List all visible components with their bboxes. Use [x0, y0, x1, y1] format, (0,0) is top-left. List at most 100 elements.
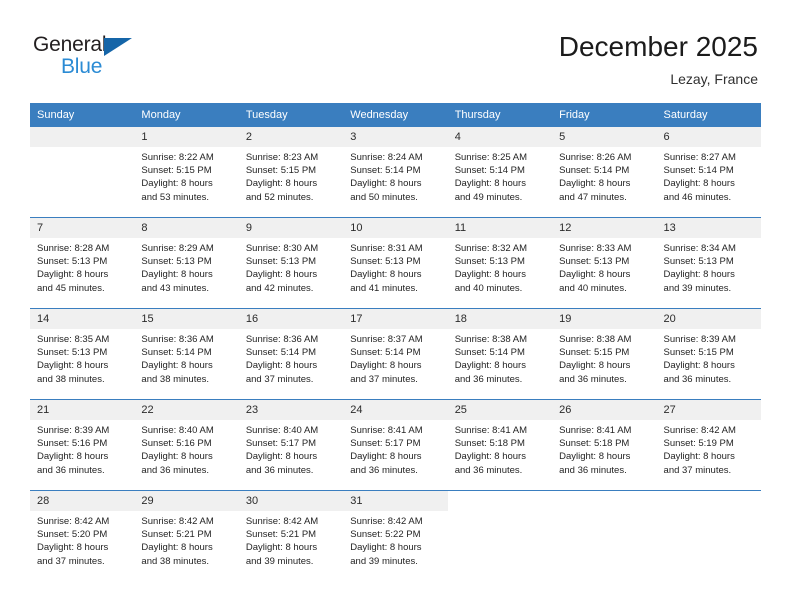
calendar-day-cell[interactable]: 9 Sunrise: 8:30 AM Sunset: 5:13 PM Daylight… [238, 217, 344, 309]
day-info-line: Sunset: 5:19 PM [663, 438, 734, 450]
day-info-line: Sunset: 5:17 PM [350, 438, 421, 450]
calendar-day-cell[interactable]: 7 Sunrise: 8:28 AM Sunset: 5:13 PM Daylight… [30, 217, 135, 309]
calendar-day-cell[interactable]: 19 Sunrise: 8:38 AM Sunset: 5:15 PM Dayligh… [552, 308, 657, 400]
general-blue-logo[interactable]: General Blue [33, 33, 143, 83]
day-info-line: Daylight: 8 hours [37, 360, 109, 372]
calendar-day-cell[interactable]: 31 Sunrise: 8:42 AM Sunset: 5:22 PM Dayligh… [343, 490, 448, 581]
day-info-line: Sunset: 5:13 PM [141, 256, 212, 268]
calendar-day-cell[interactable]: 30 Sunrise: 8:42 AM Sunset: 5:21 PM Dayligh… [238, 490, 344, 581]
day-sun-info [552, 511, 656, 515]
day-number: 11 [447, 218, 553, 238]
day-number: 14 [30, 309, 135, 329]
day-number: 7 [30, 218, 135, 238]
calendar-day-cell[interactable]: 18 Sunrise: 8:38 AM Sunset: 5:14 PM Dayligh… [447, 308, 553, 400]
calendar-day-cell[interactable]: 4 Sunrise: 8:25 AM Sunset: 5:14 PM Daylight… [447, 127, 553, 218]
calendar-day-cell[interactable]: 28 Sunrise: 8:42 AM Sunset: 5:20 PM Dayligh… [30, 490, 135, 581]
calendar-day-cell[interactable]: 21 Sunrise: 8:39 AM Sunset: 5:16 PM Dayligh… [30, 399, 135, 491]
day-info-line: Sunrise: 8:41 AM [454, 425, 528, 436]
day-cell-inner: 17 Sunrise: 8:37 AM Sunset: 5:14 PM Dayligh… [343, 309, 448, 399]
calendar-day-cell[interactable]: 15 Sunrise: 8:36 AM Sunset: 5:14 PM Dayligh… [134, 308, 239, 400]
calendar-day-cell[interactable]: 1 Sunrise: 8:22 AM Sunset: 5:15 PM Daylight… [134, 127, 239, 218]
day-cell-inner: 5 Sunrise: 8:26 AM Sunset: 5:14 PM Daylight… [552, 127, 657, 217]
calendar-day-cell[interactable]: 10 Sunrise: 8:31 AM Sunset: 5:13 PM Dayligh… [343, 217, 448, 309]
day-number [552, 491, 657, 511]
calendar-day-cell[interactable]: 6 Sunrise: 8:27 AM Sunset: 5:14 PM Daylight… [656, 127, 761, 218]
day-number: 20 [656, 309, 761, 329]
day-sun-info: Sunrise: 8:41 AM Sunset: 5:18 PM Daylight:… [552, 420, 656, 477]
day-info-line: Daylight: 8 hours [37, 542, 109, 554]
day-info-line: and 37 minutes. [350, 373, 418, 385]
day-info-line: and 36 minutes. [141, 464, 210, 476]
day-info-line: and 43 minutes. [141, 282, 210, 294]
day-info-line: Sunrise: 8:38 AM [559, 334, 632, 345]
day-cell-inner: 26 Sunrise: 8:41 AM Sunset: 5:18 PM Dayligh… [552, 400, 657, 490]
day-info-line: Daylight: 8 hours [141, 178, 213, 190]
calendar-day-cell[interactable]: 14 Sunrise: 8:35 AM Sunset: 5:13 PM Dayligh… [30, 308, 135, 400]
day-info-line: Sunset: 5:17 PM [245, 438, 317, 450]
day-sun-info: Sunrise: 8:39 AM Sunset: 5:16 PM Daylight:… [30, 420, 134, 477]
calendar-day-cell[interactable]: 5 Sunrise: 8:26 AM Sunset: 5:14 PM Daylight… [552, 127, 657, 218]
day-info-line: Sunrise: 8:24 AM [350, 152, 423, 163]
day-number: 24 [343, 400, 448, 420]
calendar-day-cell[interactable]: 26 Sunrise: 8:41 AM Sunset: 5:18 PM Dayligh… [552, 399, 657, 491]
day-sun-info: Sunrise: 8:42 AM Sunset: 5:21 PM Daylight:… [239, 511, 343, 568]
calendar-day-cell[interactable]: 20 Sunrise: 8:39 AM Sunset: 5:15 PM Dayligh… [656, 308, 761, 400]
day-info-line: and 46 minutes. [663, 191, 732, 203]
calendar-day-cell[interactable]: 12 Sunrise: 8:33 AM Sunset: 5:13 PM Dayligh… [552, 217, 657, 309]
calendar-day-cell[interactable]: 17 Sunrise: 8:37 AM Sunset: 5:14 PM Dayligh… [343, 308, 448, 400]
day-info-line: Daylight: 8 hours [559, 360, 631, 372]
calendar-day-cell[interactable]: 13 Sunrise: 8:34 AM Sunset: 5:13 PM Dayligh… [656, 217, 761, 309]
day-cell-inner [30, 127, 135, 217]
day-info-line: Daylight: 8 hours [37, 269, 109, 281]
day-info-line: and 36 minutes. [350, 464, 418, 476]
day-info-line: Sunset: 5:21 PM [245, 529, 317, 541]
day-info-line: and 36 minutes. [37, 464, 105, 476]
day-number: 16 [238, 309, 344, 329]
day-sun-info: Sunrise: 8:42 AM Sunset: 5:21 PM Daylight:… [134, 511, 238, 568]
calendar-day-cell[interactable]: 8 Sunrise: 8:29 AM Sunset: 5:13 PM Daylight… [134, 217, 239, 309]
day-info-line: Sunset: 5:13 PM [37, 256, 108, 268]
day-cell-inner: 18 Sunrise: 8:38 AM Sunset: 5:14 PM Dayligh… [447, 309, 553, 399]
day-info-line: and 36 minutes. [559, 373, 627, 385]
day-cell-inner: 24 Sunrise: 8:41 AM Sunset: 5:17 PM Dayligh… [343, 400, 448, 490]
day-info-line: Sunset: 5:20 PM [37, 529, 108, 541]
day-number: 27 [656, 400, 761, 420]
day-info-line: Sunrise: 8:26 AM [559, 152, 632, 163]
day-info-line: and 42 minutes. [245, 282, 314, 294]
day-number: 21 [30, 400, 135, 420]
day-info-line: and 53 minutes. [141, 191, 210, 203]
calendar-day-cell[interactable]: 3 Sunrise: 8:24 AM Sunset: 5:14 PM Daylight… [343, 127, 448, 218]
day-info-line: Sunset: 5:15 PM [663, 347, 734, 359]
calendar-day-cell[interactable]: 29 Sunrise: 8:42 AM Sunset: 5:21 PM Dayligh… [134, 490, 239, 581]
calendar-day-cell[interactable]: 24 Sunrise: 8:41 AM Sunset: 5:17 PM Dayligh… [343, 399, 448, 491]
day-info-line: Sunrise: 8:22 AM [141, 152, 214, 163]
day-number: 19 [552, 309, 657, 329]
calendar-week-row: 7 Sunrise: 8:28 AM Sunset: 5:13 PM Daylight… [30, 217, 761, 309]
calendar-day-cell[interactable]: 22 Sunrise: 8:40 AM Sunset: 5:16 PM Dayligh… [134, 399, 239, 491]
calendar-day-cell[interactable]: 23 Sunrise: 8:40 AM Sunset: 5:17 PM Dayligh… [238, 399, 344, 491]
calendar-day-cell[interactable]: 25 Sunrise: 8:41 AM Sunset: 5:18 PM Dayligh… [447, 399, 553, 491]
day-info-line: Daylight: 8 hours [245, 269, 318, 281]
weekday-header-row: Sunday Monday Tuesday Wednesday Thursday Frid… [30, 103, 761, 127]
day-sun-info [448, 511, 552, 515]
day-cell-inner: 19 Sunrise: 8:38 AM Sunset: 5:15 PM Dayligh… [552, 309, 657, 399]
calendar-day-cell[interactable]: 27 Sunrise: 8:42 AM Sunset: 5:19 PM Dayligh… [656, 399, 761, 491]
day-sun-info: Sunrise: 8:41 AM Sunset: 5:18 PM Daylight:… [448, 420, 552, 477]
calendar-week-row: 14 Sunrise: 8:35 AM Sunset: 5:13 PM Dayligh… [30, 308, 761, 400]
calendar-day-cell[interactable]: 16 Sunrise: 8:36 AM Sunset: 5:14 PM Dayligh… [238, 308, 344, 400]
day-info-line: Daylight: 8 hours [454, 451, 526, 463]
title-block: December 2025 Lezay, France [559, 30, 758, 88]
calendar-day-cell[interactable]: 2 Sunrise: 8:23 AM Sunset: 5:15 PM Daylight… [238, 127, 344, 218]
day-sun-info: Sunrise: 8:36 AM Sunset: 5:14 PM Daylight:… [134, 329, 238, 386]
day-number: 10 [343, 218, 448, 238]
day-info-line: and 36 minutes. [559, 464, 627, 476]
day-info-line: Daylight: 8 hours [350, 360, 422, 372]
day-cell-inner: 30 Sunrise: 8:42 AM Sunset: 5:21 PM Dayligh… [238, 491, 344, 581]
day-cell-inner: 22 Sunrise: 8:40 AM Sunset: 5:16 PM Dayligh… [134, 400, 239, 490]
logo-text-general: General [33, 33, 107, 56]
day-info-line: Sunrise: 8:42 AM [37, 516, 110, 527]
calendar-day-cell[interactable]: 11 Sunrise: 8:32 AM Sunset: 5:13 PM Dayligh… [447, 217, 553, 309]
day-info-line: and 41 minutes. [350, 282, 418, 294]
day-cell-inner: 28 Sunrise: 8:42 AM Sunset: 5:20 PM Dayligh… [30, 491, 135, 581]
day-number: 12 [552, 218, 657, 238]
